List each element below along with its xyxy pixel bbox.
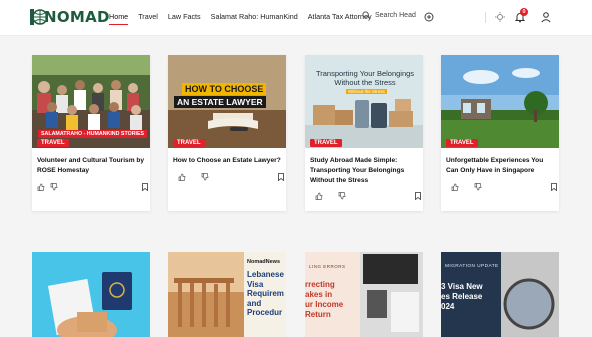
thumbs-up-icon[interactable] (451, 183, 459, 191)
card-image[interactable] (441, 55, 559, 148)
card-actions (310, 192, 421, 202)
image-overlay-line2: AN ESTATE LAWYER (174, 96, 266, 108)
article-title[interactable]: Unforgettable Experiences You Can Only H… (446, 156, 556, 176)
nav-law-facts[interactable]: Law Facts (168, 12, 201, 24)
article-card-image[interactable]: NomadNews Lebanese Visa Requirem and Pro… (168, 252, 286, 337)
image-overlay-text: Lebanese Visa Requirem and Procedur (247, 270, 284, 317)
image-overlay-line2: Without the Stress (334, 78, 396, 87)
image-overlay-line1: Transporting Your Belongings (315, 69, 415, 78)
article-title[interactable]: How to Choose an Estate Lawyer? (173, 156, 283, 166)
thumbs-up-icon[interactable] (37, 183, 45, 191)
category-tag[interactable]: TRAVEL (37, 139, 69, 147)
card-actions (446, 183, 557, 193)
nav-salamat-raho[interactable]: Salamat Raho: HumanKind (211, 12, 298, 24)
image-overlay-sub: Without the Stress (346, 89, 387, 94)
search-input[interactable]: Search Head (375, 12, 416, 19)
article-card[interactable]: Transporting Your Belongings Without the… (305, 55, 423, 211)
card-actions (37, 183, 148, 193)
nav-travel[interactable]: Travel (138, 12, 158, 24)
article-title[interactable]: Volunteer and Cultural Tourism by ROSE H… (37, 156, 147, 176)
bookmark-icon[interactable] (141, 183, 149, 191)
image-overlay-header: NomadNews (247, 259, 281, 265)
theme-toggle-icon[interactable] (494, 11, 506, 23)
user-icon[interactable] (540, 11, 552, 23)
bookmark-icon[interactable] (414, 192, 422, 200)
category-tag[interactable]: TRAVEL (446, 139, 478, 147)
nav-home[interactable]: Home (109, 12, 129, 25)
thumbs-down-icon[interactable] (474, 183, 482, 191)
card-image[interactable]: SALAMATRAHO - HUMANKIND STORIES (32, 55, 150, 148)
image-overlay-header: MIGRATION UPDATE (445, 264, 499, 269)
thumbs-down-icon[interactable] (338, 192, 346, 200)
article-card-image[interactable] (32, 252, 150, 337)
thumbs-up-icon[interactable] (315, 192, 323, 200)
card-actions (173, 173, 284, 183)
search-icon (362, 11, 371, 20)
logo-text: NOMAD (44, 8, 110, 26)
image-overlay-text: 3 Visa New es Release 024 (441, 282, 483, 311)
article-card[interactable]: TRAVEL Unforgettable Experiences You Can… (441, 55, 559, 211)
image-overlay-label: SALAMATRAHO - HUMANKIND STORIES (38, 130, 148, 138)
image-overlay-text: rrecting akes in ur Income Return (305, 280, 344, 319)
article-card-image[interactable]: MIGRATION UPDATE 3 Visa New es Release 0… (441, 252, 559, 337)
thumbs-down-icon[interactable] (50, 183, 58, 191)
top-header: NOMAD Home Travel Law Facts Salamat Raho… (0, 0, 592, 36)
site-logo[interactable]: NOMAD (30, 7, 109, 28)
search-box[interactable]: Search Head (362, 11, 416, 20)
notification-badge: 0 (520, 8, 528, 16)
thumbs-up-icon[interactable] (178, 173, 186, 181)
article-title[interactable]: Study Abroad Made Simple: Transporting Y… (310, 156, 420, 186)
main-nav: Home Travel Law Facts Salamat Raho: Huma… (109, 12, 382, 25)
image-overlay-line1: HOW TO CHOOSE (182, 83, 267, 95)
category-tag[interactable]: TRAVEL (310, 139, 342, 147)
category-tag[interactable]: TRAVEL (173, 139, 205, 147)
article-card[interactable]: HOW TO CHOOSE AN ESTATE LAWYER TRAVEL Ho… (168, 55, 286, 211)
article-card-image[interactable]: LING ERRORS rrecting akes in ur Income R… (305, 252, 423, 337)
card-image[interactable]: HOW TO CHOOSE AN ESTATE LAWYER (168, 55, 286, 148)
card-image[interactable]: Transporting Your Belongings Without the… (305, 55, 423, 148)
header-divider (485, 12, 486, 23)
image-overlay-header: LING ERRORS (309, 264, 346, 269)
add-circle-icon[interactable] (423, 11, 435, 23)
thumbs-down-icon[interactable] (201, 173, 209, 181)
article-card[interactable]: SALAMATRAHO - HUMANKIND STORIES TRAVEL V… (32, 55, 150, 211)
bookmark-icon[interactable] (277, 173, 285, 181)
bookmark-icon[interactable] (550, 183, 558, 191)
